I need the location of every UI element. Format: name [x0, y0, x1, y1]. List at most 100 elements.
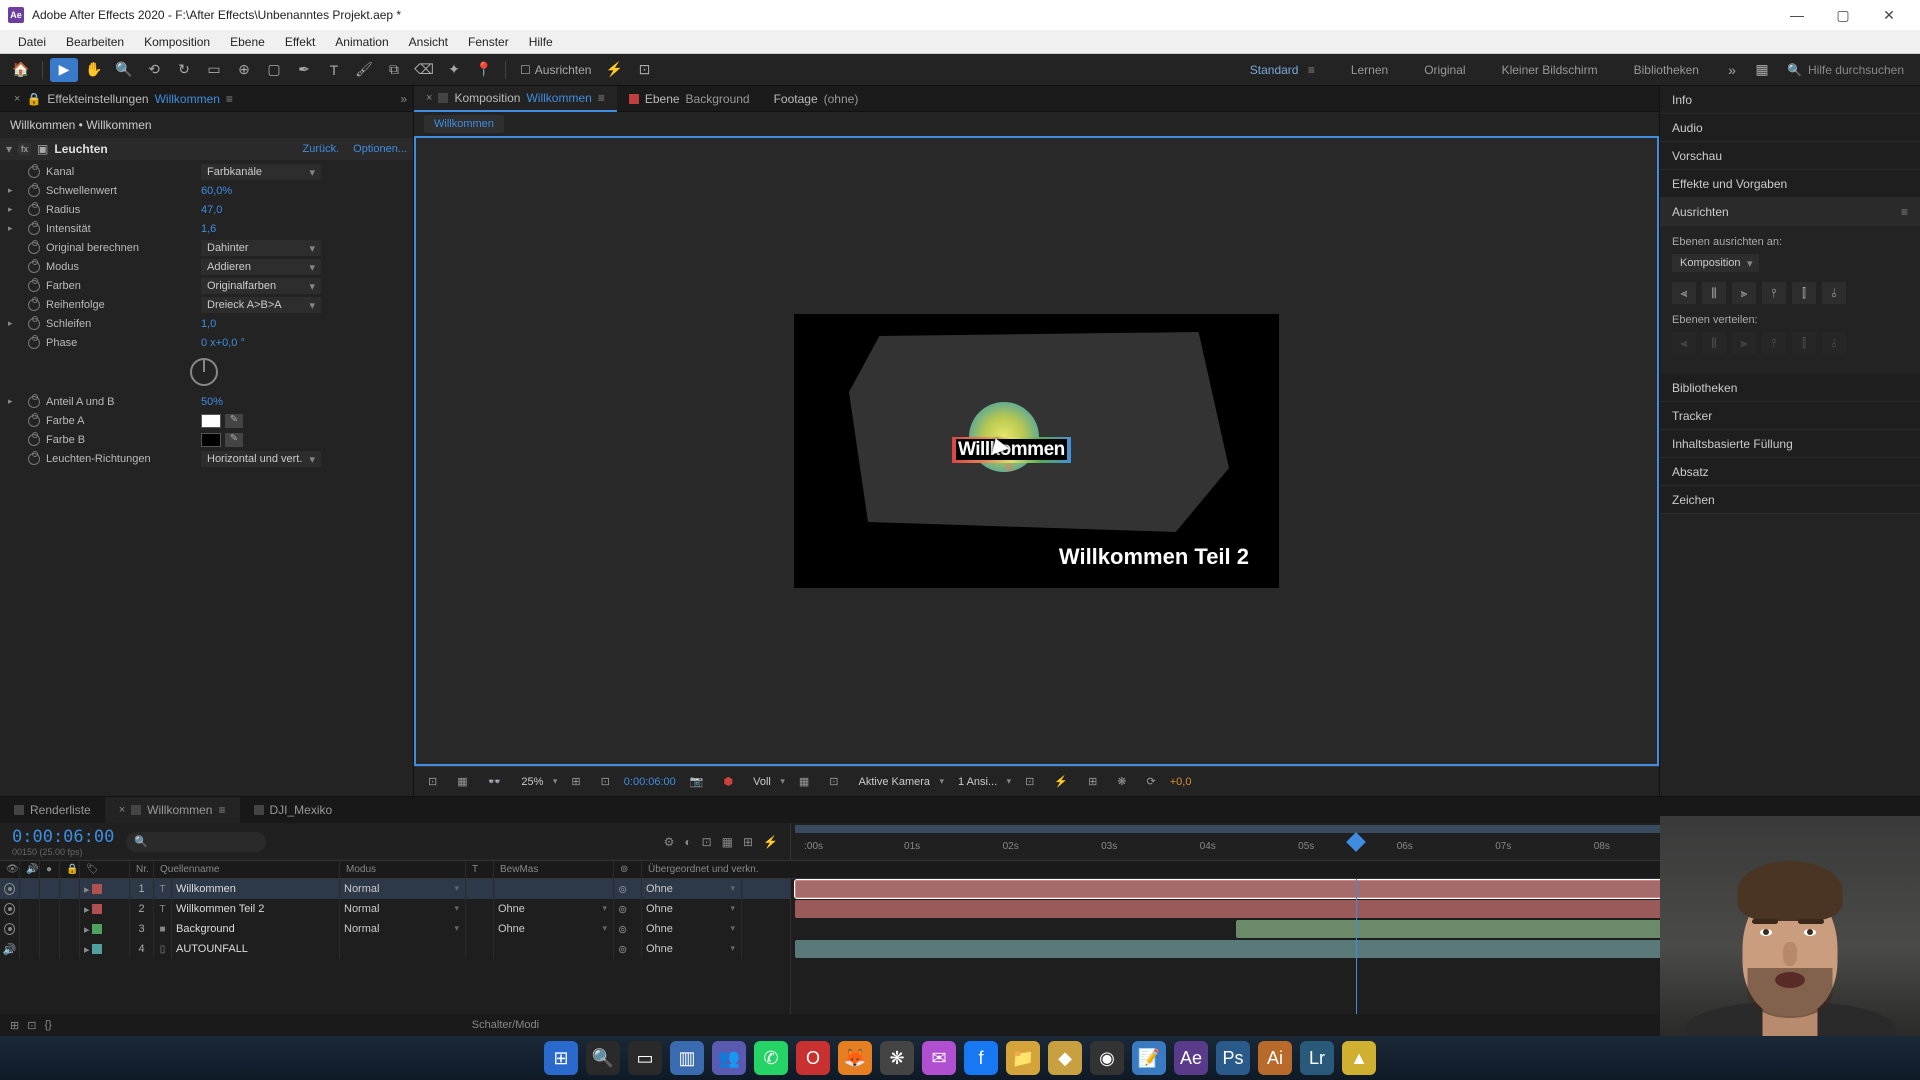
- prop-kanal[interactable]: KanalFarbkanäle: [0, 162, 413, 181]
- taskbar-folder-icon[interactable]: 📁: [1006, 1041, 1040, 1075]
- lock-icon[interactable]: 🔒: [26, 92, 41, 106]
- hand-tool[interactable]: ✋: [80, 58, 108, 82]
- workspace-more-icon[interactable]: »: [1718, 58, 1746, 82]
- prop-farbea[interactable]: Farbe A✎: [0, 411, 413, 430]
- options-link[interactable]: Optionen...: [353, 143, 407, 155]
- taskbar-notepad-icon[interactable]: 📝: [1132, 1041, 1166, 1075]
- resolution-select[interactable]: Voll: [747, 774, 785, 790]
- orbit-tool[interactable]: ⟲: [140, 58, 168, 82]
- panel-vorschau[interactable]: Vorschau: [1660, 142, 1920, 170]
- maximize-button[interactable]: ▢: [1820, 0, 1866, 30]
- align-hcenter-button[interactable]: ⫼: [1702, 282, 1726, 304]
- prop-radius[interactable]: ▸Radius47,0: [0, 200, 413, 219]
- help-search[interactable]: 🔍 Hilfe durchsuchen: [1777, 63, 1914, 77]
- layer-row-4[interactable]: 🔊▸4▯AUTOUNFALL⊚Ohne: [0, 939, 790, 959]
- fx-toggle-icon[interactable]: fx: [18, 143, 31, 155]
- prop-select[interactable]: Originalfarben: [201, 278, 321, 294]
- draft-icon[interactable]: ⊞: [1082, 775, 1103, 788]
- camera-select[interactable]: Aktive Kamera: [852, 774, 944, 790]
- prop-select[interactable]: Dahinter: [201, 240, 321, 256]
- refresh-icon[interactable]: ⟳: [1141, 775, 1162, 788]
- fast-icon[interactable]: ⚡: [1048, 775, 1074, 788]
- menu-bearbeiten[interactable]: Bearbeiten: [56, 30, 134, 54]
- taskbar-obs-icon[interactable]: ◉: [1090, 1041, 1124, 1075]
- panel-audio[interactable]: Audio: [1660, 114, 1920, 142]
- prop-phase[interactable]: Phase0 x+0,0 °: [0, 333, 413, 352]
- panel-info[interactable]: Info: [1660, 86, 1920, 114]
- timeline-timecode[interactable]: 0:00:06:00: [12, 827, 114, 847]
- stopwatch-icon[interactable]: [28, 204, 40, 216]
- pen-tool[interactable]: ✒: [290, 58, 318, 82]
- tl-icon-1[interactable]: ⚙: [664, 835, 675, 849]
- panel-effekte-und-vorgaben[interactable]: Effekte und Vorgaben: [1660, 170, 1920, 198]
- prop-farbeb[interactable]: Farbe B✎: [0, 430, 413, 449]
- puppet-tool[interactable]: 📍: [470, 58, 498, 82]
- align-top-button[interactable]: ⫯: [1762, 282, 1786, 304]
- viewer-canvas[interactable]: Willkommen ⊕ Willkommen Teil 2: [414, 136, 1659, 766]
- align-bottom-button[interactable]: ⫰: [1822, 282, 1846, 304]
- toggle-icon[interactable]: ⊞: [565, 775, 586, 788]
- taskbar-ae-icon[interactable]: Ae: [1174, 1041, 1208, 1075]
- close-icon[interactable]: ×: [14, 93, 20, 105]
- taskbar-teams-icon[interactable]: 👥: [712, 1041, 746, 1075]
- menu-ebene[interactable]: Ebene: [220, 30, 275, 54]
- prop-select[interactable]: Dreieck A>B>A: [201, 297, 321, 313]
- close-icon[interactable]: ×: [119, 804, 125, 816]
- prop-farben[interactable]: FarbenOriginalfarben: [0, 276, 413, 295]
- taskbar-windows-icon[interactable]: ⊞: [544, 1041, 578, 1075]
- snap-opt2[interactable]: ⊡: [630, 58, 658, 82]
- tl-footer-icon1[interactable]: ⊞: [10, 1019, 19, 1032]
- breadcrumb-item[interactable]: Willkommen: [424, 115, 504, 133]
- stopwatch-icon[interactable]: [28, 223, 40, 235]
- panel-zeichen[interactable]: Zeichen: [1660, 486, 1920, 514]
- workspace-bibliotheken[interactable]: Bibliotheken: [1616, 54, 1717, 86]
- current-time[interactable]: 0:00:06:00: [624, 776, 676, 788]
- align-vcenter-button[interactable]: ⫿: [1792, 282, 1816, 304]
- camera-tool[interactable]: ▭: [200, 58, 228, 82]
- taskbar-app2-icon[interactable]: ◆: [1048, 1041, 1082, 1075]
- grid-icon[interactable]: ▦: [451, 775, 473, 788]
- prop-select[interactable]: Farbkanäle: [201, 164, 321, 180]
- taskbar-firefox-icon[interactable]: 🦊: [838, 1041, 872, 1075]
- selection-tool[interactable]: ▶: [50, 58, 78, 82]
- stopwatch-icon[interactable]: [28, 280, 40, 292]
- prop-select[interactable]: Horizontal und vert.: [201, 451, 321, 467]
- panel-tracker[interactable]: Tracker: [1660, 402, 1920, 430]
- stopwatch-icon[interactable]: [28, 185, 40, 197]
- prop-value[interactable]: 1,6: [201, 223, 216, 235]
- align-left-button[interactable]: ⫷: [1672, 282, 1696, 304]
- taskbar-lr-icon[interactable]: Lr: [1300, 1041, 1334, 1075]
- stopwatch-icon[interactable]: [28, 415, 40, 427]
- menu-fenster[interactable]: Fenster: [458, 30, 519, 54]
- tl-footer-icon2[interactable]: ⊡: [27, 1019, 36, 1032]
- taskbar-app1-icon[interactable]: ❋: [880, 1041, 914, 1075]
- tl-footer-icon3[interactable]: {}: [44, 1019, 51, 1031]
- stamp-tool[interactable]: ⧉: [380, 58, 408, 82]
- anchor-tool[interactable]: ⊕: [230, 58, 258, 82]
- stopwatch-icon[interactable]: [28, 396, 40, 408]
- panel-expand-icon[interactable]: »: [400, 92, 407, 106]
- effect-header[interactable]: ▾ fx ▣ Leuchten Zurück. Optionen...: [0, 138, 413, 160]
- eyedropper-icon[interactable]: ✎: [225, 414, 243, 428]
- 3d-icon[interactable]: ⊡: [823, 775, 844, 788]
- cti-indicator[interactable]: [1346, 832, 1366, 852]
- panel-absatz[interactable]: Absatz: [1660, 458, 1920, 486]
- eyedropper-icon[interactable]: ✎: [225, 433, 243, 447]
- taskbar-facebook-icon[interactable]: f: [964, 1041, 998, 1075]
- taskbar-messenger-icon[interactable]: ✉: [922, 1041, 956, 1075]
- prop-intensitaet[interactable]: ▸Intensität1,6: [0, 219, 413, 238]
- taskbar-ps-icon[interactable]: Ps: [1216, 1041, 1250, 1075]
- layer-row-2[interactable]: ▸2TWillkommen Teil 2NormalOhne⊚Ohne: [0, 899, 790, 919]
- brush-tool[interactable]: 🖌: [350, 58, 378, 82]
- prop-value[interactable]: 1,0: [201, 318, 216, 330]
- workspace-panel-icon[interactable]: ▦: [1748, 58, 1776, 82]
- prop-richtungen[interactable]: Leuchten-RichtungenHorizontal und vert.: [0, 449, 413, 468]
- panel-menu-icon[interactable]: ≡: [1901, 205, 1908, 219]
- views-select[interactable]: 1 Ansi...: [952, 774, 1011, 790]
- pixel-icon[interactable]: ⊡: [1019, 775, 1040, 788]
- prop-value[interactable]: 47,0: [201, 204, 222, 216]
- tl-icon-2[interactable]: ◐: [684, 835, 691, 849]
- taskbar-taskview-icon[interactable]: ▭: [628, 1041, 662, 1075]
- snapshot-icon[interactable]: 📷: [684, 775, 710, 788]
- workspace-kleiner-bildschirm[interactable]: Kleiner Bildschirm: [1484, 54, 1616, 86]
